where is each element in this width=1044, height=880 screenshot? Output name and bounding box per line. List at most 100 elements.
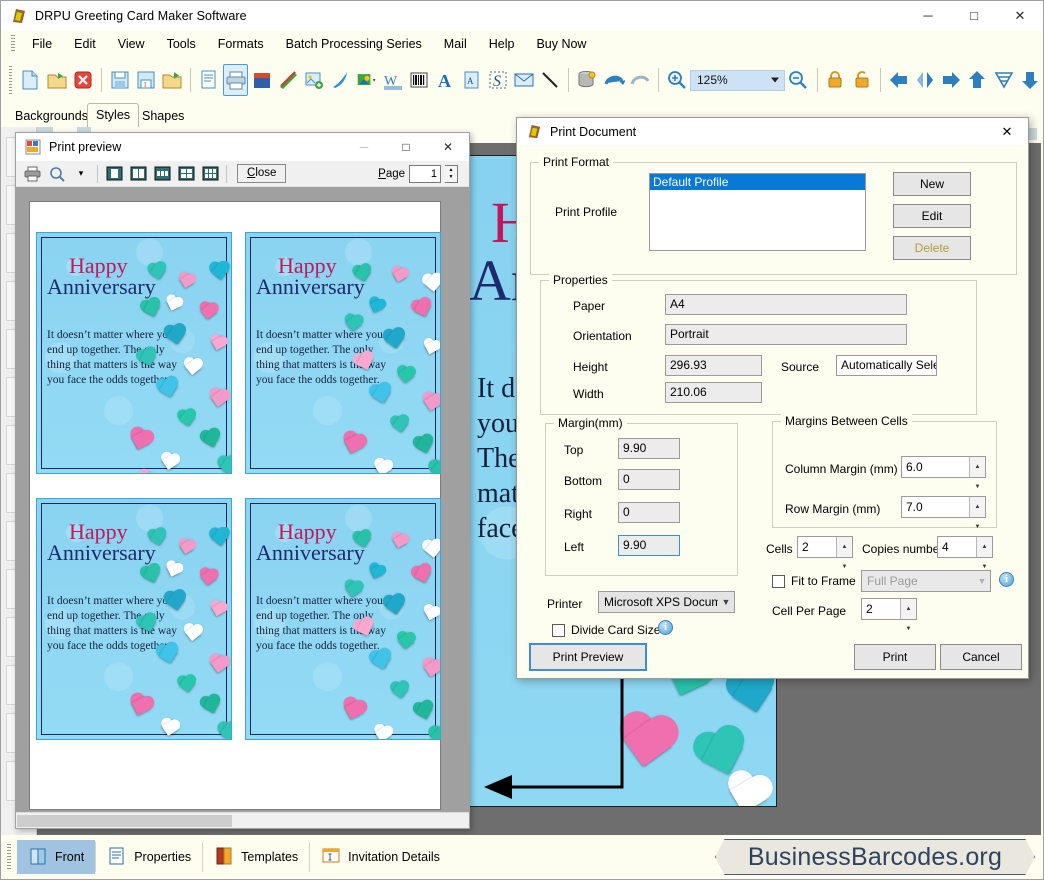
minimize-button[interactable]: ─: [905, 1, 951, 31]
barcode-icon[interactable]: [407, 64, 431, 96]
flip-horizontal-icon[interactable]: [913, 64, 937, 96]
status-item-invitation-details[interactable]: Invitation Details: [310, 840, 451, 874]
status-item-templates[interactable]: Templates: [203, 840, 309, 874]
paper-field[interactable]: A4: [665, 294, 907, 315]
watermark-icon[interactable]: W: [381, 64, 405, 96]
pen-icon[interactable]: [328, 64, 352, 96]
checkbox-box[interactable]: [772, 574, 785, 588]
align-right-icon[interactable]: [939, 64, 963, 96]
divide-card-info-icon[interactable]: i: [658, 620, 673, 635]
zoom-out-icon[interactable]: [786, 64, 810, 96]
zoom-in-icon[interactable]: [665, 64, 689, 96]
zoom-level-combobox[interactable]: 125%: [689, 69, 786, 91]
new-document-icon[interactable]: [18, 64, 42, 96]
magnifier-dropdown-icon[interactable]: ▾: [70, 164, 92, 184]
row-margin-arrows[interactable]: ▲ ▼: [969, 497, 985, 530]
print-button[interactable]: Print: [854, 644, 936, 670]
page-setup-icon[interactable]: [197, 64, 221, 96]
column-margin-spinner[interactable]: 6.0 ▲ ▼: [901, 456, 986, 490]
menu-item-buy-now[interactable]: Buy Now: [525, 34, 597, 54]
align-left-icon[interactable]: [887, 64, 911, 96]
open-folder-icon[interactable]: [44, 64, 68, 96]
divide-card-size-checkbox[interactable]: Divide Card Size: [552, 623, 660, 637]
redo-icon[interactable]: [628, 64, 652, 96]
edit-profile-button[interactable]: Edit: [893, 204, 971, 228]
maximize-button[interactable]: □: [951, 1, 997, 31]
cell-per-page-arrows[interactable]: ▲ ▼: [900, 599, 916, 632]
close-document-icon[interactable]: [71, 64, 95, 96]
printer-combobox[interactable]: Microsoft XPS Document ▼: [598, 591, 735, 613]
envelope-icon[interactable]: [512, 64, 536, 96]
cell-per-page-spinner[interactable]: 2 ▲ ▼: [861, 598, 917, 632]
text-frame-icon[interactable]: A: [460, 64, 484, 96]
six-pages-icon[interactable]: [199, 164, 221, 184]
pp-minimize-button[interactable]: ─: [343, 133, 385, 161]
two-pages-icon[interactable]: [127, 164, 149, 184]
menu-item-batch-processing-series[interactable]: Batch Processing Series: [275, 34, 433, 54]
pd-close-button[interactable]: ✕: [986, 118, 1028, 145]
magnifier-icon[interactable]: [46, 164, 68, 184]
print-profile-selected-item[interactable]: Default Profile: [650, 174, 865, 190]
tab-styles[interactable]: Styles: [87, 103, 140, 128]
pp-close-button[interactable]: ✕: [427, 133, 469, 161]
one-page-icon[interactable]: [103, 164, 125, 184]
margin-top-field[interactable]: 9.90: [618, 438, 680, 459]
cells-arrows[interactable]: ▲ ▼: [836, 537, 852, 570]
page-spinner[interactable]: ▲ ▼: [445, 164, 458, 183]
width-field[interactable]: 210.06: [665, 382, 762, 403]
print-icon[interactable]: [223, 64, 248, 96]
shape-picture-icon[interactable]: [355, 64, 379, 96]
card-stack-icon[interactable]: [250, 64, 274, 96]
cancel-button[interactable]: Cancel: [940, 644, 1022, 670]
pp-maximize-button[interactable]: □: [385, 133, 427, 161]
tab-backgrounds[interactable]: Backgrounds: [7, 107, 96, 127]
text-a-icon[interactable]: A: [433, 64, 457, 96]
row-margin-spinner[interactable]: 7.0 ▲ ▼: [901, 496, 986, 530]
delete-profile-button[interactable]: Delete: [893, 236, 971, 260]
distribute-icon[interactable]: [992, 64, 1016, 96]
margin-right-field[interactable]: 0: [618, 502, 680, 523]
print-profile-listbox[interactable]: Default Profile: [649, 173, 866, 251]
unlock-icon[interactable]: [850, 64, 874, 96]
margin-left-field[interactable]: 9.90: [618, 535, 680, 556]
orientation-field[interactable]: Portrait: [665, 324, 907, 345]
fit-to-frame-mode-combobox[interactable]: Full Page ▼: [861, 570, 991, 592]
copies-number-arrows[interactable]: ▲ ▼: [976, 537, 992, 570]
checkbox-box[interactable]: [552, 623, 565, 637]
menu-item-file[interactable]: File: [21, 34, 63, 54]
menu-item-mail[interactable]: Mail: [433, 34, 478, 54]
menu-item-view[interactable]: View: [107, 34, 156, 54]
print-preview-page-area[interactable]: Happy Anniversary It doesn’t matter wher…: [16, 187, 469, 812]
menu-item-edit[interactable]: Edit: [63, 34, 107, 54]
menu-item-help[interactable]: Help: [478, 34, 526, 54]
database-icon[interactable]: [575, 64, 599, 96]
new-profile-button[interactable]: New: [893, 172, 971, 196]
print-document-dialog[interactable]: Print Document ✕ Print Format Print Prof…: [516, 117, 1029, 679]
fit-to-frame-info-icon[interactable]: i: [999, 572, 1014, 587]
printer-icon[interactable]: [22, 164, 44, 184]
source-field[interactable]: Automatically Selec: [836, 355, 937, 376]
fit-to-frame-checkbox[interactable]: Fit to Frame: [772, 574, 856, 588]
copies-number-spinner[interactable]: 4 ▲ ▼: [937, 536, 993, 570]
print-preview-window[interactable]: Print preview ─ □ ✕ ▾ Close Page 1 ▲ ▼ H…: [15, 132, 470, 829]
column-margin-arrows[interactable]: ▲ ▼: [969, 457, 985, 490]
menu-item-formats[interactable]: Formats: [207, 34, 275, 54]
paint-icon[interactable]: [276, 64, 300, 96]
scrollbar-thumb[interactable]: [17, 815, 232, 827]
three-pages-icon[interactable]: [151, 164, 173, 184]
cells-spinner[interactable]: 2 ▲ ▼: [797, 536, 853, 570]
save-as-icon[interactable]: I: [134, 64, 158, 96]
margin-bottom-field[interactable]: 0: [618, 469, 680, 490]
close-button[interactable]: ✕: [997, 1, 1043, 31]
status-item-front[interactable]: Front: [17, 840, 96, 874]
save-icon[interactable]: [108, 64, 132, 96]
undo-icon[interactable]: [601, 64, 625, 96]
line-icon[interactable]: [538, 64, 562, 96]
insert-image-icon[interactable]: [302, 64, 326, 96]
preview-horizontal-scrollbar[interactable]: [16, 812, 469, 828]
preview-close-button[interactable]: Close: [237, 164, 287, 183]
signature-icon[interactable]: S: [486, 64, 510, 96]
align-bottom-icon[interactable]: [1018, 64, 1042, 96]
align-top-icon[interactable]: [965, 64, 989, 96]
page-number-input[interactable]: 1: [409, 164, 441, 183]
